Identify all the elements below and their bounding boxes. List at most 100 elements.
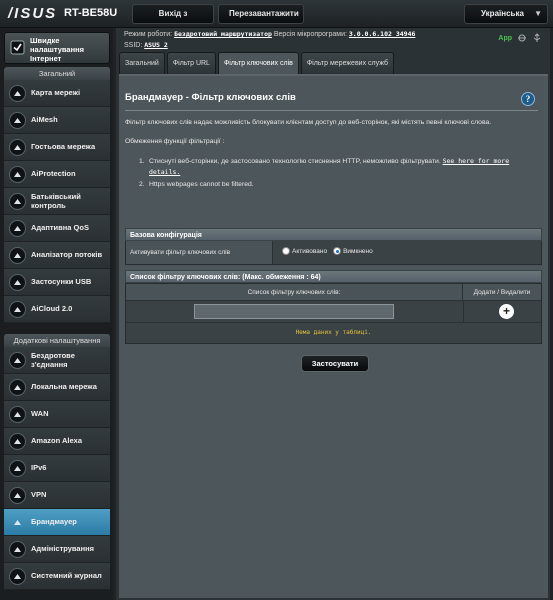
ssid-label: SSID: (124, 42, 143, 49)
sidebar-item-guest-network[interactable]: Гостьова мережа (4, 134, 110, 161)
sidebar-item-system-log[interactable]: Системний журнал (4, 563, 110, 590)
firmware-label: Версія мікропрограми: (273, 31, 347, 38)
tab-1[interactable]: Фільтр URL (166, 52, 216, 74)
keyword-input-row: + (126, 301, 541, 323)
sidebar-item-administration[interactable]: Адміністрування (4, 536, 110, 563)
keyword-list-header: Список фільтру ключових слів: (Макс. обм… (125, 270, 542, 283)
reboot-button[interactable]: Перезавантажити (218, 4, 304, 24)
limit-item: 1. Стиснуті веб-сторінки, де застосовано… (139, 157, 510, 176)
tab-0[interactable]: Загальний (119, 52, 165, 74)
sidebar-item-ipv6[interactable]: IPv6 (4, 455, 110, 482)
aiprotection-icon (9, 166, 26, 183)
sidebar-item-usb[interactable]: Застосунки USB (4, 269, 110, 296)
limit-text: Https webpages cannot be filtered. (149, 181, 254, 188)
logout-button[interactable]: Вихід з системи (132, 4, 214, 36)
wireless-icon (9, 352, 26, 369)
radio-circle (333, 247, 342, 255)
mode-label: Режим роботи: (124, 31, 173, 38)
keyword-list-columns: Список фільтру ключових слів: Додати / В… (126, 284, 541, 301)
sidebar-item-lan[interactable]: Локальна мережа (4, 374, 110, 401)
sidebar-item-wireless[interactable]: Бездротове з'єднання (4, 347, 110, 374)
help-icon[interactable]: ? (521, 92, 535, 106)
sidebar-item-label: Адміністрування (31, 544, 95, 554)
enable-radio[interactable]: Активовано (282, 247, 327, 255)
tab-2[interactable]: Фільтр ключових слів (217, 52, 299, 74)
sidebar-item-label: Гостьова мережа (31, 142, 96, 152)
advanced-menu-group: Додаткові налаштування Бездротове з'єдна… (4, 334, 110, 590)
sidebar-item-label: VPN (31, 490, 47, 500)
sidebar-item-vpn[interactable]: VPN (4, 482, 110, 509)
sidebar-item-label: Адаптивна QoS (31, 223, 89, 233)
sidebar-item-label: Брандмауер (31, 517, 77, 527)
sidebar-item-firewall[interactable]: Брандмауер (4, 509, 110, 536)
tab-bar: Загальний Фільтр URL Фільтр ключових слів Ф… (119, 52, 394, 74)
traffic-analyzer-icon (9, 247, 26, 264)
network-status-icon[interactable] (517, 33, 527, 43)
sidebar-item-traffic-analyzer[interactable]: Аналізатор потоків (4, 242, 110, 269)
sidebar-item-alexa[interactable]: Amazon Alexa (4, 428, 110, 455)
advanced-menu-title: Додаткові налаштування (4, 334, 110, 347)
keyword-list-section: Список фільтру ключових слів: (Макс. обм… (125, 270, 542, 344)
sidebar-item-label: Аналізатор потоків (31, 250, 103, 260)
parental-control-icon (9, 193, 26, 210)
status-icons: App (498, 33, 542, 43)
enable-filter-label: Активувати фільтр ключових слів (126, 241, 273, 264)
keyword-column-header: Список фільтру ключових слів: (126, 284, 463, 301)
sidebar-item-aicloud[interactable]: AiCloud 2.0 (4, 296, 110, 323)
wan-icon (9, 406, 26, 423)
sidebar-item-aimesh[interactable]: AiMesh (4, 107, 110, 134)
sidebar-item-network-map[interactable]: Карта мережі (4, 80, 110, 107)
sidebar-item-label: AiProtection (31, 169, 76, 179)
keyword-list-table: Список фільтру ключових слів: Додати / В… (125, 283, 542, 344)
action-column-header: Додати / Видалити (473, 289, 531, 296)
aicloud-icon (9, 301, 26, 318)
language-select[interactable]: Українська ▼ (464, 4, 548, 24)
quick-setup-button[interactable]: Швидке налаштування Інтернет (4, 32, 110, 64)
sidebar-item-label: Amazon Alexa (31, 436, 82, 446)
sidebar-item-label: WAN (31, 409, 49, 419)
sidebar-item-label: Бездротове з'єднання (31, 351, 75, 369)
sidebar-item-wan[interactable]: WAN (4, 401, 110, 428)
administration-icon (9, 541, 26, 558)
router-model: RT-BE58U (64, 7, 118, 19)
general-menu-title: Загальний (4, 67, 110, 80)
keyword-input[interactable] (194, 304, 394, 319)
add-keyword-button[interactable]: + (499, 304, 514, 319)
limit-item: 2. Https webpages cannot be filtered. (139, 181, 254, 188)
page-title: Брандмауер - Фільтр ключових слів (125, 92, 296, 103)
basic-config-section: Базова конфігурація Активувати фільтр кл… (125, 228, 542, 265)
enable-filter-radio-group: Активовано Вимкнено (282, 247, 373, 255)
enable-filter-row: Активувати фільтр ключових слів Активова… (125, 241, 542, 265)
disable-radio[interactable]: Вимкнено (333, 247, 373, 255)
disable-radio-label: Вимкнено (343, 247, 373, 255)
mode-value-link[interactable]: Бездротовий маршрутизатор (174, 30, 272, 38)
general-menu-group: Загальний Карта мережі AiMesh Гостьова мер… (4, 67, 110, 323)
usb-icon (9, 274, 26, 291)
lan-icon (9, 379, 26, 396)
page-description: Фільтр ключових слів надає можливість бл… (125, 119, 492, 126)
main-panel: Режим роботи: Бездротовий маршрутизатор … (116, 28, 550, 600)
sidebar-item-qos[interactable]: Адаптивна QoS (4, 215, 110, 242)
firmware-version-link[interactable]: 3.0.0.6.102_34946 (349, 30, 416, 38)
sidebar-item-label: AiCloud 2.0 (31, 304, 73, 314)
limits-list: 1. Стиснуті веб-сторінки, де застосовано… (139, 156, 539, 190)
apply-button[interactable]: Застосувати (301, 355, 369, 372)
tab-3[interactable]: Фільтр мережевих служб (300, 52, 394, 74)
vpn-icon (9, 487, 26, 504)
sidebar-item-aiprotection[interactable]: AiProtection (4, 161, 110, 188)
status-bar: Режим роботи: Бездротовий маршрутизатор … (124, 29, 415, 51)
sidebar-item-label: IPv6 (31, 463, 47, 473)
ssid-value-link[interactable]: ASUS_2 (144, 41, 167, 49)
app-link[interactable]: App (498, 35, 512, 42)
sidebar-item-parental-control[interactable]: Батьківський контроль (4, 188, 110, 215)
sidebar-item-label: AiMesh (31, 115, 58, 125)
radio-circle (282, 247, 290, 255)
limit-text: Стиснуті веб-сторінки, де застосовано те… (149, 158, 441, 165)
usb-status-icon[interactable] (532, 33, 542, 43)
network-map-icon (9, 85, 26, 102)
top-header: /ISUS RT-BE58U Вихід з системи Перезаван… (0, 0, 553, 36)
sidebar-item-label: Системний журнал (31, 571, 102, 581)
sidebar-item-label: Карта мережі (31, 88, 81, 98)
basic-config-header: Базова конфігурація (125, 228, 542, 241)
asus-logo[interactable]: /ISUS (8, 5, 57, 22)
